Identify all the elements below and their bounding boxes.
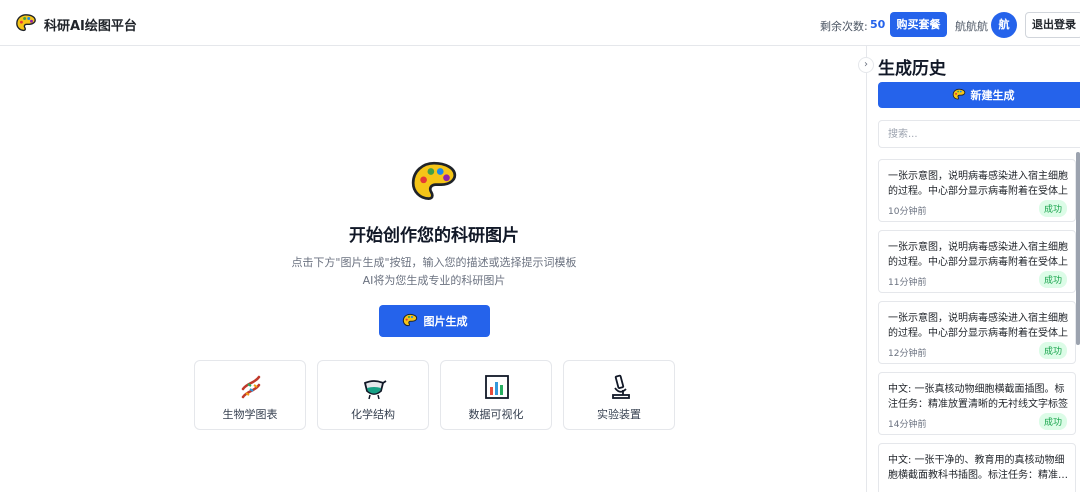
history-list: 一张示意图，说明病毒感染进入宿主细胞的过程。中心部分显示病毒附着在受体上 10分…: [878, 159, 1078, 492]
image-generate-label: 图片生成: [423, 315, 468, 328]
status-badge: 成功: [1039, 271, 1068, 288]
palette-icon: [402, 313, 417, 327]
palette-icon: [952, 88, 965, 100]
microscope-icon: [612, 374, 630, 399]
main-description-line1: 点击下方"图片生成"按钮，输入您的描述或选择提示词模板: [291, 256, 577, 269]
category-label: 化学结构: [351, 408, 395, 421]
history-item-text: 一张示意图，说明病毒感染进入宿主细胞的过程。中心部分显示病毒附着在受体上: [888, 313, 1068, 339]
palette-icon: [16, 14, 36, 32]
history-item-text: 一张示意图，说明病毒感染进入宿主细胞的过程。中心部分显示病毒附着在受体上: [888, 171, 1068, 197]
status-badge: 成功: [1039, 413, 1068, 430]
history-search-input[interactable]: [878, 120, 1080, 148]
history-item-text: 中文: 一张干净的、教育用的真核动物细胞横截面教科书插图。标注任务：精准放置: [888, 455, 1068, 481]
history-item-time: 12分钟前: [888, 349, 927, 359]
history-item-time: 10分钟前: [888, 207, 927, 217]
main-title: 开始创作您的科研图片: [349, 226, 519, 246]
username: 航航航: [955, 20, 988, 33]
category-label: 生物学图表: [222, 408, 278, 421]
history-item-time: 14分钟前: [888, 420, 927, 430]
history-item-text: 一张示意图，说明病毒感染进入宿主细胞的过程。中心部分显示病毒附着在受体上: [888, 242, 1068, 268]
logout-button[interactable]: 退出登录: [1025, 12, 1080, 38]
status-badge: 成功: [1039, 200, 1068, 217]
sidebar-collapse-button[interactable]: ›: [858, 57, 874, 73]
app-title: 科研AI绘图平台: [44, 19, 137, 34]
history-item[interactable]: 中文: 一张干净的、教育用的真核动物细胞横截面教科书插图。标注任务：精准放置: [878, 443, 1076, 492]
remaining-count-value: 50: [870, 18, 886, 31]
new-generation-label: 新建生成: [970, 89, 1015, 102]
top-header: 科研AI绘图平台 剩余次数: 50 购买套餐 航航航 航 退出登录: [0, 0, 1080, 46]
category-card-biology[interactable]: 生物学图表: [194, 360, 306, 430]
status-badge: 成功: [1039, 342, 1068, 359]
history-item[interactable]: 一张示意图，说明病毒感染进入宿主细胞的过程。中心部分显示病毒附着在受体上 12分…: [878, 301, 1076, 364]
bar-chart-icon: [485, 375, 509, 399]
category-card-chemistry[interactable]: 化学结构: [317, 360, 429, 430]
category-card-data-viz[interactable]: 数据可视化: [440, 360, 552, 430]
sidebar-divider: [866, 46, 867, 492]
buy-package-button[interactable]: 购买套餐: [890, 12, 947, 37]
history-item[interactable]: 中文: 一张真核动物细胞横截面插图。标注任务：精准放置清晰的无衬线文字标签 14…: [878, 372, 1076, 435]
chevron-right-icon: ›: [864, 59, 868, 70]
remaining-count-label: 剩余次数:: [820, 20, 868, 33]
flask-icon: [363, 380, 387, 400]
category-card-lab-equipment[interactable]: 实验装置: [563, 360, 675, 430]
new-generation-button[interactable]: 新建生成: [878, 82, 1080, 108]
history-scrollbar[interactable]: [1076, 152, 1080, 345]
history-item[interactable]: 一张示意图，说明病毒感染进入宿主细胞的过程。中心部分显示病毒附着在受体上 11分…: [878, 230, 1076, 293]
category-label: 实验装置: [597, 408, 641, 421]
dna-icon: [241, 375, 261, 399]
image-generate-button[interactable]: 图片生成: [379, 305, 490, 337]
history-item-text: 中文: 一张真核动物细胞横截面插图。标注任务：精准放置清晰的无衬线文字标签: [888, 384, 1068, 410]
history-title: 生成历史: [878, 59, 946, 79]
history-item-time: 11分钟前: [888, 278, 927, 288]
main-description-line2: AI将为您生成专业的科研图片: [362, 274, 506, 287]
avatar[interactable]: 航: [991, 12, 1017, 38]
history-item[interactable]: 一张示意图，说明病毒感染进入宿主细胞的过程。中心部分显示病毒附着在受体上 10分…: [878, 159, 1076, 222]
palette-icon: [411, 161, 457, 200]
category-label: 数据可视化: [468, 408, 524, 421]
